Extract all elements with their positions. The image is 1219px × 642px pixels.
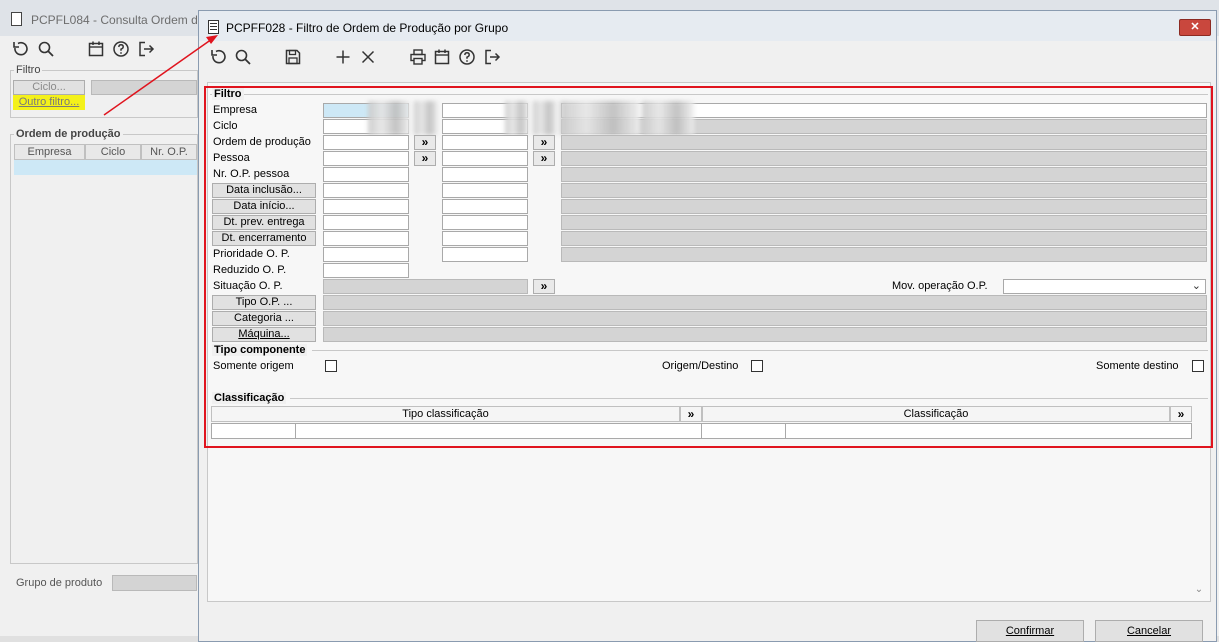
tipo-op-field: [323, 295, 1207, 310]
dt-encerramento-description-field: [561, 231, 1207, 246]
classificacao-desc-cell[interactable]: [785, 423, 1192, 439]
prioridade-from-input[interactable]: [323, 247, 409, 262]
classificacao-lookup-button[interactable]: »: [1170, 406, 1192, 422]
situacao-lookup-button[interactable]: »: [533, 279, 555, 294]
ordem-producao-label: Ordem de produção: [213, 136, 311, 148]
prioridade-to-input[interactable]: [442, 247, 528, 262]
filtro-legend: Filtro: [212, 88, 244, 100]
data-inicio-description-field: [561, 199, 1207, 214]
dt-prev-entrega-from-input[interactable]: [323, 215, 409, 230]
redacted-block: [505, 101, 529, 135]
nr-op-pessoa-description-field: [561, 167, 1207, 182]
tipo-componente-divider: [312, 350, 1208, 351]
pessoa-description-field: [561, 151, 1207, 166]
ordem-producao-from-input[interactable]: [323, 135, 409, 150]
dt-prev-entrega-to-input[interactable]: [442, 215, 528, 230]
mov-operacao-label: Mov. operação O.P.: [892, 280, 988, 292]
situacao-field: [323, 279, 528, 294]
somente-origem-label: Somente origem: [213, 360, 294, 372]
somente-destino-label: Somente destino: [1096, 360, 1179, 372]
categoria-button[interactable]: Categoria ...: [212, 311, 316, 326]
nr-op-pessoa-from-input[interactable]: [323, 167, 409, 182]
data-inclusao-to-input[interactable]: [442, 183, 528, 198]
ciclo-label: Ciclo: [213, 120, 238, 132]
tipo-classificacao-header[interactable]: Tipo classificação: [211, 406, 680, 422]
ordem-producao-lookup-button[interactable]: »: [414, 135, 436, 150]
data-inicio-to-input[interactable]: [442, 199, 528, 214]
redacted-block: [642, 101, 694, 135]
redacted-block: [560, 101, 640, 135]
dt-encerramento-from-input[interactable]: [323, 231, 409, 246]
mov-operacao-select[interactable]: ⌄: [1003, 279, 1206, 294]
classificacao-code-cell[interactable]: [701, 423, 786, 439]
dt-prev-entrega-button[interactable]: Dt. prev. entrega: [212, 215, 316, 230]
ordem-producao-description-field: [561, 135, 1207, 150]
empresa-label: Empresa: [213, 104, 258, 116]
redacted-block: [533, 101, 557, 135]
classificacao-header[interactable]: Classificação: [702, 406, 1170, 422]
origem-destino-checkbox[interactable]: [751, 360, 763, 372]
nr-op-pessoa-to-input[interactable]: [442, 167, 528, 182]
situacao-label: Situação O. P.: [213, 280, 283, 292]
data-inclusao-description-field: [561, 183, 1207, 198]
reduzido-label: Reduzido O. P.: [213, 264, 287, 276]
data-inicio-button[interactable]: Data início...: [212, 199, 316, 214]
tipo-op-button[interactable]: Tipo O.P. ...: [212, 295, 316, 310]
filtro-area: Filtro Empresa Ciclo Ordem de produção »…: [0, 0, 1219, 642]
prioridade-description-field: [561, 247, 1207, 262]
tipo-classificacao-lookup-button[interactable]: »: [680, 406, 702, 422]
dt-encerramento-button[interactable]: Dt. encerramento: [212, 231, 316, 246]
maquina-field: [323, 327, 1207, 342]
data-inclusao-from-input[interactable]: [323, 183, 409, 198]
nr-op-pessoa-label: Nr. O.P. pessoa: [213, 168, 290, 180]
somente-destino-checkbox[interactable]: [1192, 360, 1204, 372]
pessoa-lookup-button-2[interactable]: »: [533, 151, 555, 166]
pessoa-to-input[interactable]: [442, 151, 528, 166]
reduzido-input[interactable]: [323, 263, 409, 278]
pessoa-from-input[interactable]: [323, 151, 409, 166]
dt-prev-entrega-description-field: [561, 215, 1207, 230]
ordem-producao-to-input[interactable]: [442, 135, 528, 150]
ordem-producao-lookup-button-2[interactable]: »: [533, 135, 555, 150]
somente-origem-checkbox[interactable]: [325, 360, 337, 372]
data-inclusao-button[interactable]: Data inclusão...: [212, 183, 316, 198]
tipo-componente-legend: Tipo componente: [212, 344, 308, 356]
classificacao-legend: Classificação: [212, 392, 287, 404]
pessoa-label: Pessoa: [213, 152, 250, 164]
dt-encerramento-to-input[interactable]: [442, 231, 528, 246]
classificacao-divider: [290, 398, 1208, 399]
tipo-classificacao-desc-cell[interactable]: [295, 423, 702, 439]
maquina-button[interactable]: Máquina...: [212, 327, 316, 342]
categoria-field: [323, 311, 1207, 326]
tipo-classificacao-code-cell[interactable]: [211, 423, 296, 439]
redacted-block: [414, 101, 438, 135]
origem-destino-label: Origem/Destino: [662, 360, 739, 372]
pessoa-lookup-button[interactable]: »: [414, 151, 436, 166]
redacted-block: [368, 101, 410, 135]
chevron-down-icon: ⌄: [1191, 280, 1201, 292]
data-inicio-from-input[interactable]: [323, 199, 409, 214]
prioridade-label: Prioridade O. P.: [213, 248, 290, 260]
